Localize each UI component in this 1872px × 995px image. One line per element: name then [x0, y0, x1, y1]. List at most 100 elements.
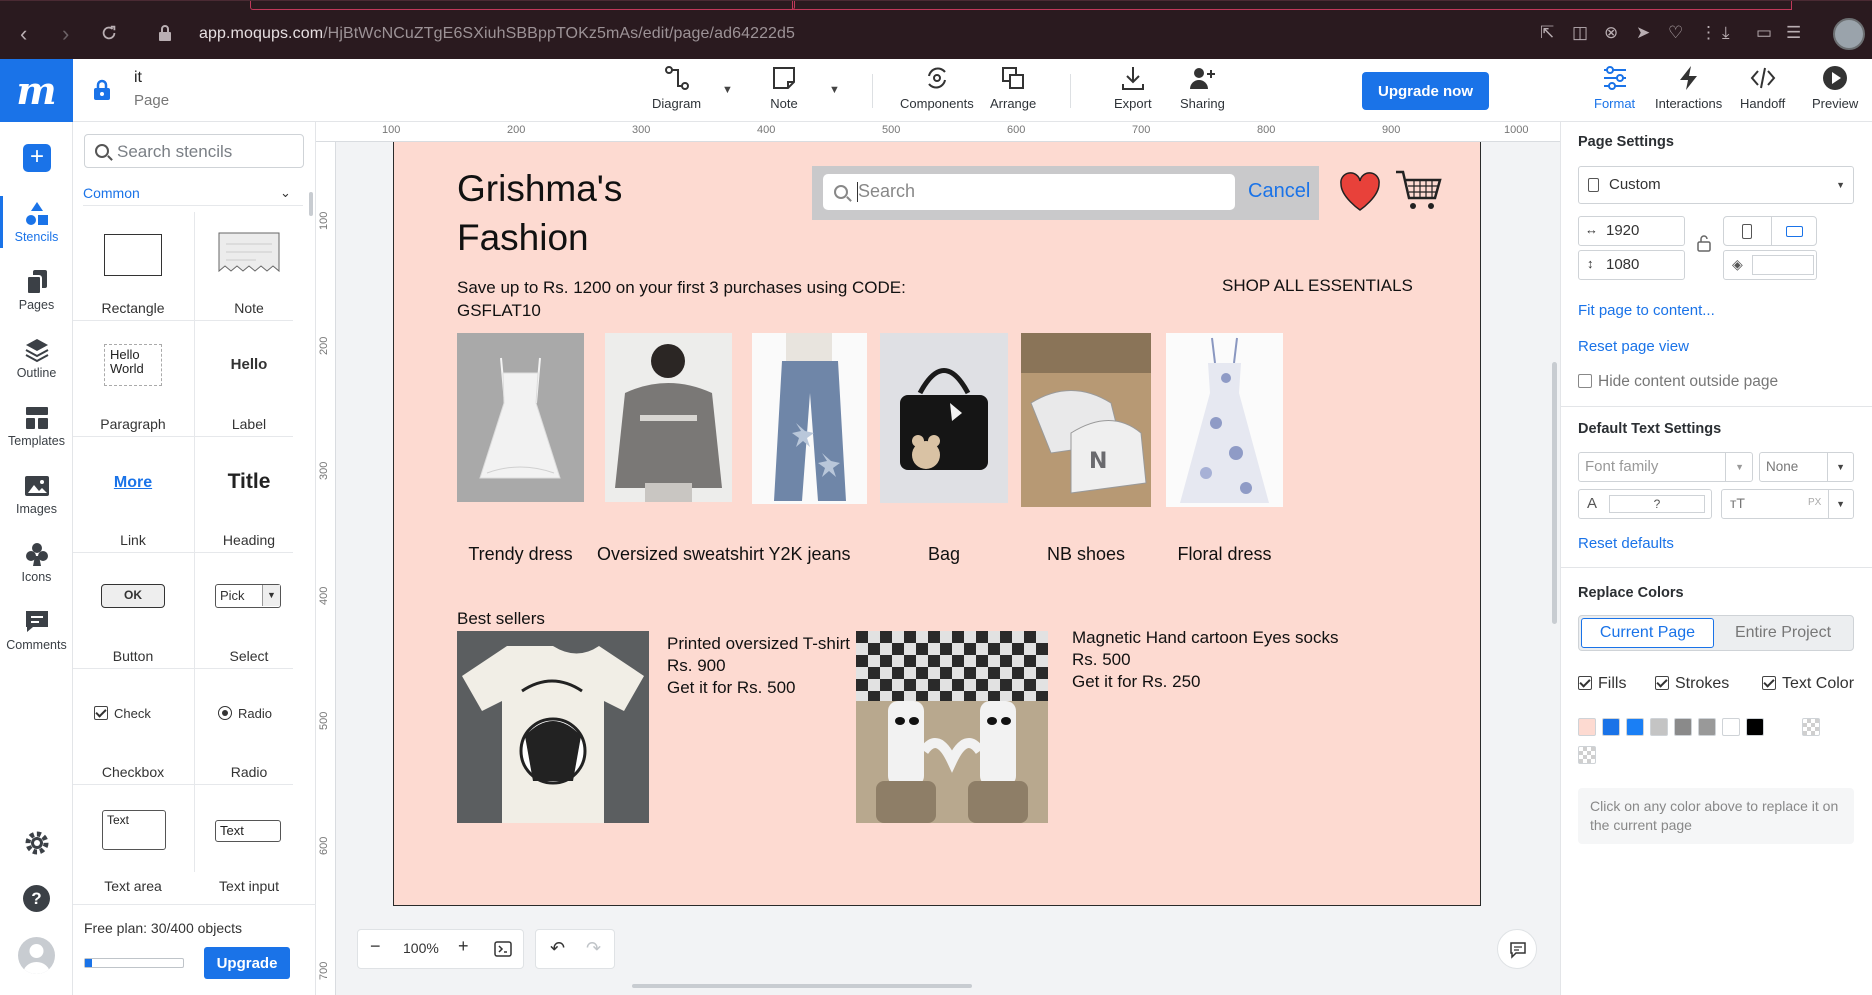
color-swatch[interactable] — [1674, 718, 1692, 736]
camera-icon[interactable]: ◫ — [1572, 23, 1588, 43]
reset-page-view-link[interactable]: Reset page view — [1578, 338, 1689, 355]
stencil-rectangle[interactable]: Rectangle — [78, 222, 188, 320]
forward-icon[interactable]: › — [62, 23, 69, 45]
export-button[interactable]: Export — [1114, 64, 1152, 111]
rail-item-comments[interactable]: Comments — [0, 608, 73, 652]
heart-outline-icon[interactable]: ♡ — [1668, 23, 1683, 43]
fit-page-link[interactable]: Fit page to content... — [1578, 302, 1715, 319]
page-height-input[interactable]: ↕ 1080 — [1578, 250, 1685, 280]
address-bar[interactable]: app.moqups.com/HjBtWcNCuZTgE6SXiuhSBBppT… — [199, 25, 795, 43]
transparent-swatch[interactable] — [1802, 718, 1820, 736]
stencils-scrollbar[interactable] — [309, 192, 313, 216]
color-swatch[interactable] — [1602, 718, 1620, 736]
search-cancel-button[interactable]: Cancel — [1248, 180, 1310, 203]
stencil-checkbox[interactable]: Check Checkbox — [78, 686, 188, 784]
user-avatar[interactable] — [18, 937, 55, 974]
undo-icon[interactable]: ↶ — [550, 938, 565, 959]
download-icon[interactable]: ⤓ — [1722, 23, 1730, 43]
mockup-page[interactable]: Grishma's Fashion Search Cancel Save up … — [393, 142, 1481, 906]
handoff-tab[interactable]: Handoff — [1740, 64, 1785, 111]
fit-screen-icon[interactable] — [494, 941, 512, 957]
design-canvas[interactable]: 100 200 300 400 500 600 700 800 900 1000… — [316, 122, 1560, 995]
block-icon[interactable]: ⊗ — [1604, 23, 1618, 43]
send-icon[interactable]: ➤ — [1636, 23, 1650, 43]
diagram-dropdown-icon[interactable]: ▼ — [722, 84, 733, 96]
add-plus-icon[interactable]: + — [23, 144, 51, 172]
document-name[interactable]: it — [134, 69, 142, 87]
stencil-button[interactable]: OK Button — [78, 570, 188, 668]
diagram-button[interactable]: Diagram — [652, 64, 701, 111]
upgrade-button[interactable]: Upgrade — [204, 947, 290, 979]
note-dropdown-icon[interactable]: ▼ — [829, 84, 840, 96]
page-size-select[interactable]: Custom ▼ — [1578, 166, 1854, 204]
color-swatch[interactable] — [1626, 718, 1644, 736]
landscape-icon[interactable] — [1786, 226, 1803, 237]
heart-icon[interactable] — [1338, 170, 1382, 214]
lock-icon[interactable] — [92, 79, 112, 101]
back-icon[interactable]: ‹ — [20, 23, 27, 45]
category-dropdown[interactable]: Common — [83, 185, 140, 201]
zoom-in-button[interactable]: + — [458, 936, 469, 957]
font-style-select[interactable]: None ▼ — [1759, 452, 1854, 482]
best-sellers-heading[interactable]: Best sellers — [457, 609, 545, 629]
arrange-button[interactable]: Arrange — [990, 64, 1036, 111]
font-family-select[interactable]: Font family ▼ — [1578, 452, 1753, 482]
reload-icon[interactable] — [100, 24, 118, 42]
color-swatch[interactable] — [1578, 718, 1596, 736]
entire-project-option[interactable]: Entire Project — [1715, 618, 1851, 648]
preview-tab[interactable]: Preview — [1812, 64, 1858, 111]
zoom-out-button[interactable]: − — [370, 936, 381, 957]
stencil-label[interactable]: Hello Label — [194, 338, 304, 436]
shopping-cart-icon[interactable] — [1394, 166, 1442, 214]
settings-sliders-icon[interactable]: ☰ — [1786, 23, 1801, 43]
orientation-toggle[interactable] — [1723, 216, 1817, 246]
store-brand-title[interactable]: Grishma's Fashion — [457, 164, 677, 262]
share-icon[interactable]: ⇱ — [1540, 23, 1554, 43]
aspect-lock-icon[interactable] — [1697, 234, 1711, 252]
page-width-input[interactable]: ↔ 1920 — [1578, 216, 1685, 246]
sharing-button[interactable]: Sharing — [1180, 64, 1225, 111]
reset-defaults-link[interactable]: Reset defaults — [1578, 535, 1674, 552]
color-swatch[interactable] — [1722, 718, 1740, 736]
shop-all-link[interactable]: SHOP ALL ESSENTIALS — [1222, 276, 1413, 296]
text-color-picker[interactable]: A ? — [1578, 489, 1712, 519]
canvas-horizontal-scrollbar[interactable] — [632, 984, 972, 988]
stencil-select[interactable]: Pick ▼ Select — [194, 570, 304, 668]
rail-item-templates[interactable]: Templates — [0, 404, 73, 448]
font-size-input[interactable]: ᴛT PX ▼ — [1721, 489, 1854, 519]
canvas-vertical-scrollbar[interactable] — [1552, 362, 1557, 624]
rail-item-icons[interactable]: Icons — [0, 540, 73, 584]
help-icon[interactable]: ? — [23, 885, 50, 912]
store-search-bar[interactable]: Search Cancel — [812, 166, 1319, 220]
stencil-heading[interactable]: Title Heading — [194, 454, 304, 552]
stencil-note[interactable]: Note — [194, 222, 304, 320]
chevron-down-icon[interactable]: ⌄ — [280, 185, 291, 201]
components-button[interactable]: Components — [900, 64, 974, 111]
current-page-option[interactable]: Current Page — [1581, 618, 1714, 648]
note-button[interactable]: Note — [770, 64, 798, 111]
moqups-logo[interactable]: m — [0, 59, 73, 122]
gear-icon[interactable] — [24, 830, 50, 856]
color-swatch[interactable] — [1650, 718, 1668, 736]
zoom-level[interactable]: 100% — [403, 940, 439, 956]
stencil-link[interactable]: More Link — [78, 454, 188, 552]
chat-button[interactable] — [1497, 929, 1537, 969]
rail-item-outline[interactable]: Outline — [0, 336, 73, 380]
stencil-text-area[interactable]: Text Text area — [78, 802, 188, 900]
store-search-input[interactable]: Search — [823, 174, 1235, 210]
transparent-swatch[interactable] — [1578, 746, 1596, 764]
stencil-radio[interactable]: Radio Radio — [194, 686, 304, 784]
text-color-checkbox[interactable]: Text Color — [1762, 675, 1854, 693]
interactions-tab[interactable]: Interactions — [1655, 64, 1722, 111]
rail-item-pages[interactable]: Pages — [0, 268, 73, 312]
stencil-text-input[interactable]: Text Text input — [194, 802, 304, 900]
rail-item-stencils[interactable]: Stencils — [0, 196, 73, 248]
search-stencils-input[interactable]: Search stencils — [84, 134, 304, 168]
promo-banner-text[interactable]: Save up to Rs. 1200 on your first 3 purc… — [457, 276, 937, 322]
format-tab[interactable]: Format — [1594, 64, 1635, 111]
menu-icon[interactable]: ⋮ — [1700, 23, 1717, 43]
page-fill-color[interactable]: ◈ — [1723, 250, 1817, 280]
color-swatch[interactable] — [1698, 718, 1716, 736]
upgrade-now-button[interactable]: Upgrade now — [1362, 72, 1489, 110]
fills-checkbox[interactable]: Fills — [1578, 675, 1626, 693]
